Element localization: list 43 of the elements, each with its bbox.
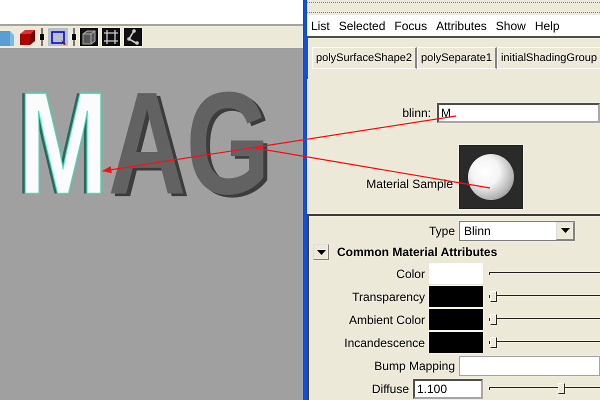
section-title: Common Material Attributes [337,245,498,259]
caret-icon [316,250,326,254]
wireframe-cube-icon[interactable] [80,28,98,46]
menu-item[interactable]: Selected [338,18,386,33]
tab[interactable]: polySurfaceShape2 [312,47,418,70]
number-field[interactable]: 1.100 [413,378,483,398]
color-swatch[interactable] [428,263,483,284]
tab[interactable]: initialShadingGroup [496,47,600,70]
field-label: blinn: [401,106,432,120]
menu-item[interactable]: Show [496,18,526,33]
field-label: Ambient Color [348,312,426,326]
menu-item[interactable]: List [311,18,330,33]
field-label: Diffuse [370,382,410,396]
menu-item[interactable]: Help [534,18,560,33]
field-label: Incandescence [343,336,426,350]
frame-icon[interactable] [102,28,120,46]
slider-thumb[interactable] [490,314,497,325]
chain-icon[interactable] [124,28,142,46]
field-label: Transparency [351,290,426,304]
tab[interactable]: polySeparate1 [417,47,497,70]
field-label: Color [395,266,426,280]
grip-bar[interactable] [307,2,600,14]
slider-thumb[interactable] [490,337,497,348]
color-swatch[interactable] [428,286,483,307]
collapse-button[interactable] [313,244,329,260]
color-swatch[interactable] [428,309,483,330]
sphere-icon [468,154,514,200]
slider-thumb[interactable] [558,383,566,394]
field-label: Type [428,224,456,238]
menu-item[interactable]: Attributes [436,18,487,33]
map-field[interactable] [459,356,600,376]
toolbar-separator-icon [40,28,44,46]
type-dropdown[interactable]: Blinn [459,220,575,240]
color-swatch[interactable] [428,332,483,353]
cube-icon[interactable] [18,28,36,46]
field-label: Material Sample [365,176,454,191]
select-box-icon[interactable] [48,28,68,46]
slider-thumb[interactable] [490,291,497,302]
toolbar-separator-icon [72,28,76,46]
field-label: Bump Mapping [373,358,456,372]
name-field[interactable]: M [437,103,600,123]
slider-track[interactable] [489,272,600,275]
menu-item[interactable]: Focus [394,18,428,33]
